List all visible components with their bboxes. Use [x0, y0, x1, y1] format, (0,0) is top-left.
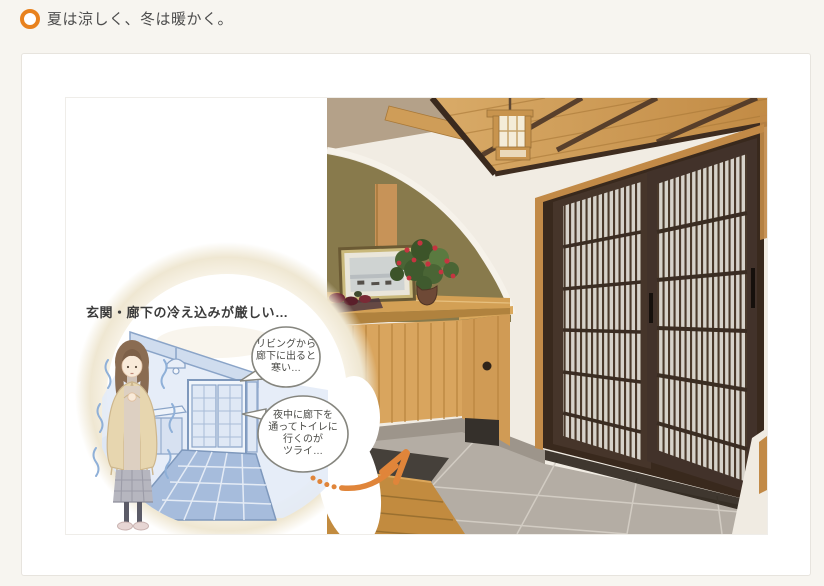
bullet-icon	[20, 9, 40, 29]
bubble-line: 廊下に出ると	[251, 351, 321, 363]
content-card: 玄関・廊下の冷え込みが厳しい… リビングから 廊下に出ると 寒い… 夜中に廊下を…	[21, 53, 811, 576]
speech-bubble-2-text: 夜中に廊下を 通ってトイレに 行くのが ツライ…	[255, 410, 351, 458]
bubble-line: 通ってトイレに	[255, 422, 351, 434]
section-title: 夏は涼しく、冬は暖かく。	[47, 8, 233, 29]
page: { "header": { "title": "夏は涼しく、冬は暖かく。" },…	[0, 0, 824, 586]
cabinet-door-hole	[483, 362, 492, 371]
bubble-line: ツライ…	[255, 446, 351, 458]
bubble-line: 夜中に廊下を	[255, 410, 351, 422]
door-handle	[751, 268, 755, 308]
section-header: 夏は涼しく、冬は暖かく。	[20, 8, 233, 29]
bubble-line: リビングから	[251, 339, 321, 351]
door-handle	[649, 293, 653, 323]
figure: 玄関・廊下の冷え込みが厳しい… リビングから 廊下に出ると 寒い… 夜中に廊下を…	[66, 98, 767, 534]
speech-bubble-1-text: リビングから 廊下に出ると 寒い…	[251, 339, 321, 375]
bubble-line: 寒い…	[251, 363, 321, 375]
illustration-caption: 玄関・廊下の冷え込みが厳しい…	[86, 302, 278, 321]
bubble-line: 行くのが	[255, 434, 351, 446]
